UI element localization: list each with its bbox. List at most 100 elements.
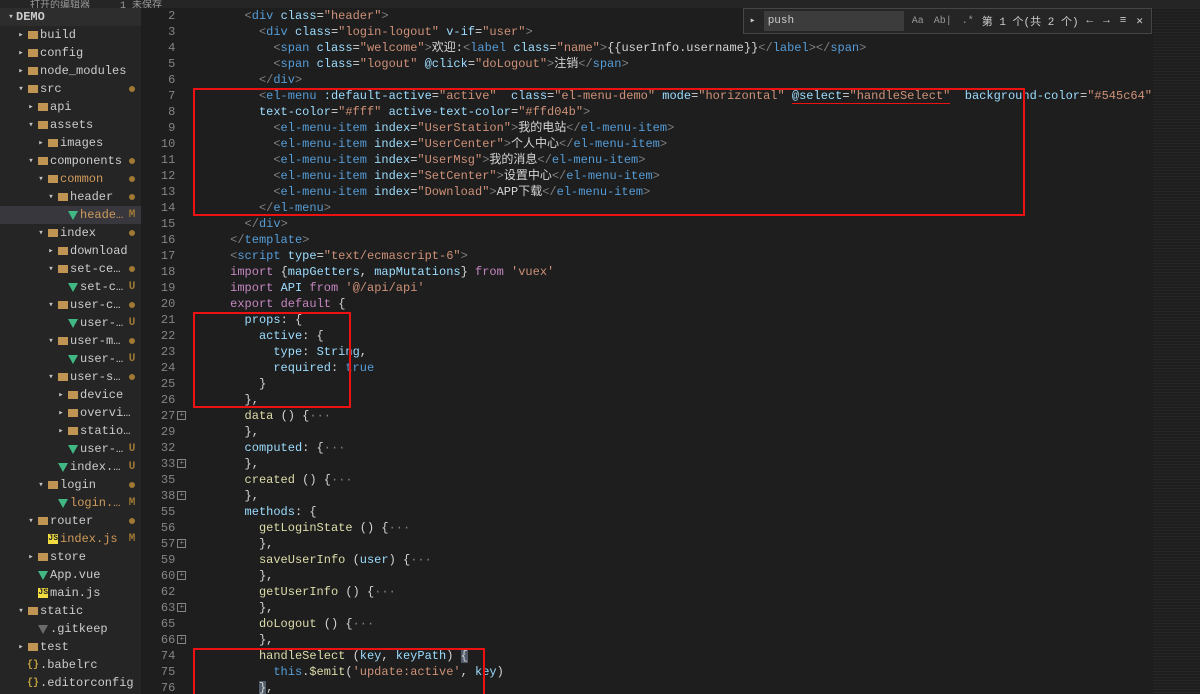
fold-icon[interactable]: + [177, 459, 186, 468]
find-widget[interactable]: ▸ Aa Ab| .* 第 1 个(共 2 个) ← → ≡ ✕ [743, 8, 1152, 34]
chevron-down-icon: ▾ [26, 120, 36, 130]
explorer-item[interactable]: ▾user-msg [0, 332, 141, 350]
folder-icon [36, 121, 50, 129]
explorer-item[interactable]: ▸test [0, 638, 141, 656]
explorer-item[interactable]: ▾src [0, 80, 141, 98]
explorer-item[interactable]: ▾router [0, 512, 141, 530]
folder-icon [46, 229, 60, 237]
file-label: overview [80, 406, 135, 420]
vue-icon [66, 283, 80, 292]
fold-icon[interactable]: + [177, 491, 186, 500]
explorer-item[interactable]: ▾ assets [0, 116, 141, 134]
explorer-item[interactable]: ▸images [0, 134, 141, 152]
git-dot [129, 176, 135, 182]
explorer-item[interactable]: ▾login [0, 476, 141, 494]
git-dot [129, 374, 135, 380]
explorer-item[interactable]: ▾user-center [0, 296, 141, 314]
explorer-item[interactable]: login.vueM [0, 494, 141, 512]
file-label: static [40, 604, 135, 618]
git-status: U [129, 353, 136, 365]
file-label: index.vue [70, 460, 125, 474]
chevron-right-icon: ▸ [26, 552, 36, 562]
git-status: U [129, 461, 136, 473]
explorer-item[interactable]: set-center.vueU [0, 278, 141, 296]
explorer-item[interactable]: ▾index [0, 224, 141, 242]
file-label: test [40, 640, 135, 654]
chevron-right-icon[interactable]: ▸ [750, 15, 756, 27]
file-label: index.js [60, 532, 125, 546]
explorer-item[interactable]: user-msg.vueU [0, 350, 141, 368]
project-root[interactable]: DEMO [16, 10, 135, 24]
explorer-item[interactable]: ▾user-station [0, 368, 141, 386]
explorer-item[interactable]: ▸download [0, 242, 141, 260]
chevron-right-icon: ▸ [26, 102, 36, 112]
git-dot [129, 230, 135, 236]
folder-icon [26, 31, 40, 39]
explorer-item[interactable]: ▸ store [0, 548, 141, 566]
explorer-item[interactable]: ▾ static [0, 602, 141, 620]
explorer-item[interactable]: JSindex.jsM [0, 530, 141, 548]
explorer-item[interactable]: {}.babelrc [0, 656, 141, 674]
explorer-item[interactable]: .gitkeep [0, 620, 141, 638]
fold-icon[interactable]: + [177, 571, 186, 580]
explorer-item[interactable]: JSmain.js [0, 584, 141, 602]
explorer-item[interactable]: index.vue U [0, 458, 141, 476]
file-label: login.vue [70, 496, 125, 510]
explorer-item[interactable]: ▸build [0, 26, 141, 44]
code-area[interactable]: <div class="header"> <div class="login-l… [189, 8, 1152, 694]
explorer-item[interactable]: ▾header [0, 188, 141, 206]
fold-icon[interactable]: + [177, 539, 186, 548]
file-label: router [50, 514, 125, 528]
explorer-item[interactable]: App.vue [0, 566, 141, 584]
folder-icon [66, 427, 80, 435]
folder-icon [36, 553, 50, 561]
find-input[interactable] [764, 11, 904, 31]
fold-icon[interactable]: + [177, 635, 186, 644]
file-label: set-center.vue [80, 280, 125, 294]
git-dot [129, 482, 135, 488]
explorer-item[interactable]: user-center.vueU [0, 314, 141, 332]
explorer-item[interactable]: ▾components [0, 152, 141, 170]
file-label: node_modules [40, 64, 135, 78]
file-explorer[interactable]: ▾ DEMO ▸build▸config▸node_modules▾src▸ap… [0, 8, 141, 694]
explorer-item[interactable]: ▾set-center [0, 260, 141, 278]
file-label: store [50, 550, 135, 564]
explorer-item[interactable]: ▸node_modules [0, 62, 141, 80]
js-icon: JS [36, 588, 50, 598]
next-match-icon[interactable]: → [1101, 15, 1112, 27]
explorer-item[interactable]: ▸station-info [0, 422, 141, 440]
git-dot [129, 194, 135, 200]
fold-icon[interactable]: + [177, 411, 186, 420]
explorer-item[interactable]: ▸device [0, 386, 141, 404]
chevron-down-icon: ▾ [16, 606, 26, 616]
chevron-down-icon: ▾ [6, 12, 16, 22]
match-case-toggle[interactable]: Aa [910, 16, 926, 27]
folder-icon [26, 67, 40, 75]
folder-icon [46, 175, 60, 183]
regex-toggle[interactable]: .* [960, 16, 976, 27]
chevron-down-icon: ▾ [46, 264, 56, 274]
file-label: assets [50, 118, 135, 132]
folder-icon [26, 643, 40, 651]
explorer-item[interactable]: ▸api [0, 98, 141, 116]
prev-match-icon[interactable]: ← [1085, 15, 1096, 27]
folder-icon [66, 409, 80, 417]
close-icon[interactable]: ✕ [1134, 14, 1145, 28]
chevron-down-icon: ▾ [46, 300, 56, 310]
file-label: config [40, 46, 135, 60]
editor[interactable]: 2345678910111213141516171819202122232425… [141, 8, 1200, 694]
match-word-toggle[interactable]: Ab| [932, 16, 954, 27]
chevron-down-icon: ▾ [26, 156, 36, 166]
explorer-item[interactable]: ▾common [0, 170, 141, 188]
explorer-item[interactable]: ▸config [0, 44, 141, 62]
explorer-item[interactable]: ▸overview [0, 404, 141, 422]
file-icon [36, 625, 50, 634]
find-in-selection-icon[interactable]: ≡ [1118, 15, 1129, 27]
explorer-item[interactable]: {}.editorconfig [0, 674, 141, 692]
minimap[interactable] [1152, 8, 1200, 694]
git-dot [129, 338, 135, 344]
explorer-item[interactable]: header.vueM [0, 206, 141, 224]
explorer-item[interactable]: user-station.vueU [0, 440, 141, 458]
fold-icon[interactable]: + [177, 603, 186, 612]
git-dot [129, 302, 135, 308]
